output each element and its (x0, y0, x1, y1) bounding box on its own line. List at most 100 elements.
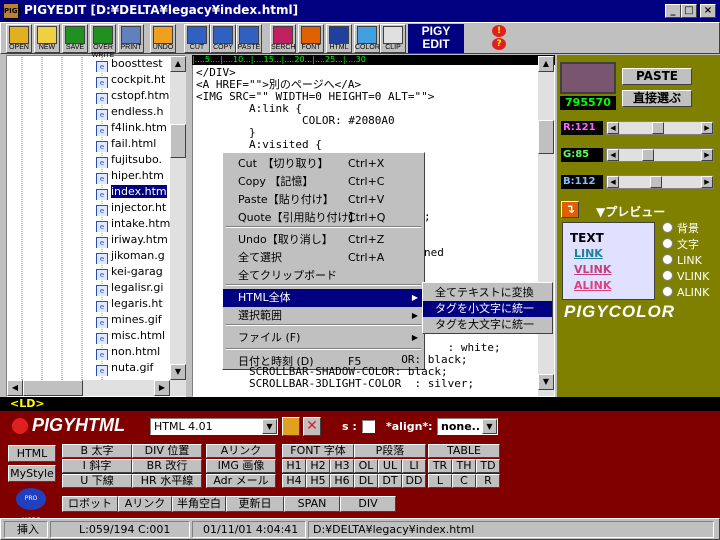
direct-pick-button[interactable]: 直接選ぶ (622, 90, 692, 107)
maximize-button[interactable]: □ (681, 4, 697, 18)
list-button[interactable]: DL (354, 474, 378, 488)
preview-radio[interactable]: 文字 (662, 238, 699, 252)
toolbar-clip-button[interactable]: CLIP (380, 24, 406, 53)
quick-insert-button[interactable]: ロボット (62, 496, 118, 512)
tree-item[interactable]: e kei-garag (96, 264, 172, 280)
help-icon[interactable]: ? (492, 38, 506, 50)
tree-item[interactable]: e endless.h (96, 104, 172, 120)
s-checkbox[interactable] (362, 420, 375, 433)
tag-button[interactable]: Aリンク (206, 444, 276, 458)
tree-item[interactable]: e nuta.gif (96, 360, 172, 376)
tree-item[interactable]: e injector.ht (96, 200, 172, 216)
tag-clear-icon[interactable]: ✕ (303, 417, 321, 436)
scroll-down-button[interactable]: ▼ (170, 364, 186, 380)
heading-button[interactable]: H5 (306, 474, 330, 488)
toolbar-paste-button[interactable]: PASTE (236, 24, 262, 53)
slider-left-button[interactable]: ◀ (607, 122, 619, 134)
tree-item[interactable]: e mines.gif (96, 312, 172, 328)
toolbar-font-button[interactable]: FONT (298, 24, 324, 53)
slider-thumb[interactable] (649, 176, 662, 188)
tree-vscroll[interactable]: ▲ ▼ (170, 56, 186, 380)
toolbar-over-write-button[interactable]: OVER WRITE (90, 24, 116, 59)
quick-insert-button[interactable]: SPAN (284, 496, 340, 512)
tree-hscroll-thumb[interactable] (23, 380, 83, 396)
submenu-item[interactable]: タグを大文字に統一 (423, 317, 552, 333)
editor-scroll-up-button[interactable]: ▲ (538, 56, 554, 72)
table-cell-button[interactable]: TR (428, 459, 452, 473)
context-menu-item[interactable]: Copy 【記憶】 Ctrl+C (223, 173, 424, 191)
toolbar-cut-button[interactable]: CUT (184, 24, 210, 53)
slider-left-button[interactable]: ◀ (607, 149, 619, 161)
tree-scroll-thumb[interactable] (170, 124, 186, 158)
tag-button[interactable]: U 下線 (62, 474, 132, 488)
table-cell-button[interactable]: TH (452, 459, 476, 473)
preview-radio[interactable]: VLINK (662, 270, 709, 284)
submenu-item[interactable]: 全てテキストに変換 (423, 285, 552, 301)
quick-insert-button[interactable]: 更新日 (226, 496, 284, 512)
heading-button[interactable]: H3 (330, 459, 354, 473)
submenu-item[interactable]: タグを小文字に統一 (423, 301, 552, 317)
paste-color-button[interactable]: PASTE (622, 68, 692, 85)
scroll-right-button[interactable]: ▶ (154, 380, 170, 396)
context-menu-item[interactable]: Paste【貼り付け】 Ctrl+V (223, 191, 424, 209)
toolbar-open-button[interactable]: OPEN (6, 24, 32, 53)
slider-right-button[interactable]: ▶ (701, 176, 713, 188)
tree-item[interactable]: e jikoman.g (96, 248, 172, 264)
tag-button[interactable]: BR 改行 (132, 459, 202, 473)
tag-group-header[interactable]: TABLE (428, 444, 500, 458)
table-cell-button[interactable]: L (428, 474, 452, 488)
tree-item[interactable]: e iriway.htm (96, 232, 172, 248)
context-menu-item[interactable]: 全て選択 Ctrl+A (223, 249, 424, 267)
reload-icon[interactable]: ↴ (561, 201, 579, 218)
context-menu-item[interactable]: Quote【引用貼り付け】 Ctrl+Q (223, 209, 424, 227)
toolbar-color-button[interactable]: COLOR (354, 24, 380, 53)
tree-item[interactable]: e f4link.htm (96, 120, 172, 136)
table-cell-button[interactable]: TD (476, 459, 500, 473)
tag-button[interactable]: Adr メール (206, 474, 276, 488)
heading-button[interactable]: H2 (306, 459, 330, 473)
tag-button[interactable]: HR 水平線 (132, 474, 202, 488)
list-button[interactable]: DD (402, 474, 426, 488)
align-chevron-down-icon[interactable]: ▼ (482, 419, 497, 434)
list-button[interactable]: DT (378, 474, 402, 488)
context-menu-item[interactable]: Undo【取り消し】 Ctrl+Z (223, 231, 424, 249)
toolbar-undo-button[interactable]: UNDO (150, 24, 176, 53)
alert-icon[interactable]: ! (492, 25, 506, 37)
close-button[interactable]: × (700, 4, 716, 18)
title-bar[interactable]: PIGY PIGYEDIT [D:¥DELTA¥legacy¥index.htm… (0, 0, 720, 22)
editor-scroll-thumb[interactable] (538, 120, 554, 154)
heading-button[interactable]: H6 (330, 474, 354, 488)
toolbar-save-button[interactable]: SAVE (62, 24, 88, 53)
tag-button[interactable]: IMG 画像 (206, 459, 276, 473)
scroll-left-button[interactable]: ◀ (7, 380, 23, 396)
color-slider[interactable]: ◀ ▶ (606, 175, 714, 189)
slider-thumb[interactable] (642, 149, 655, 161)
side-button-mystyle[interactable]: MyStyle (8, 465, 56, 482)
toolbar-serch-button[interactable]: SERCH (270, 24, 296, 53)
tree-hscroll[interactable]: ◀ ▶ (7, 380, 186, 396)
tag-group-header[interactable]: FONT 字体 (282, 444, 354, 458)
editor-scroll-down-button[interactable]: ▼ (538, 374, 554, 390)
toolbar-html-button[interactable]: HTML (326, 24, 352, 53)
preview-radio[interactable]: 背景 (662, 222, 699, 236)
tree-item[interactable]: e cstopf.htm (96, 88, 172, 104)
heading-button[interactable]: H1 (282, 459, 306, 473)
list-button[interactable]: OL (354, 459, 378, 473)
chevron-down-icon[interactable]: ▼ (262, 419, 277, 434)
side-button-html[interactable]: HTML (8, 445, 56, 462)
quick-insert-button[interactable]: 半角空白 (172, 496, 226, 512)
toolbar-print-button[interactable]: PRINT (118, 24, 144, 53)
slider-right-button[interactable]: ▶ (701, 122, 713, 134)
tree-item[interactable]: e fail.html (96, 136, 172, 152)
scroll-up-button[interactable]: ▲ (170, 56, 186, 72)
toolbar-copy-button[interactable]: COPY (210, 24, 236, 53)
pro-mode-icon[interactable]: PRO MODE (16, 488, 46, 524)
tree-item[interactable]: e non.html (96, 344, 172, 360)
tree-item[interactable]: e misc.html (96, 328, 172, 344)
tree-item[interactable]: e boosttest (96, 56, 172, 72)
heading-button[interactable]: H4 (282, 474, 306, 488)
tree-item[interactable]: e index.htm (96, 184, 172, 200)
tag-button[interactable]: I 斜字 (62, 459, 132, 473)
table-cell-button[interactable]: C (452, 474, 476, 488)
color-slider[interactable]: ◀ ▶ (606, 148, 714, 162)
